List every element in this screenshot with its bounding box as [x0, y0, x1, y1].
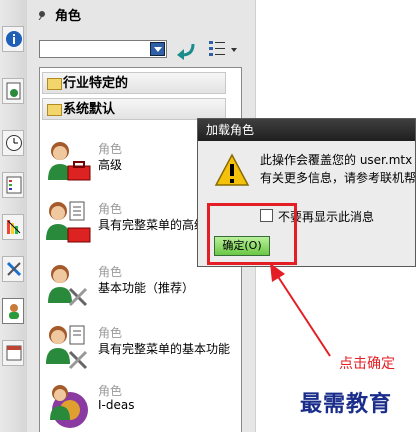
- chevron-down-icon[interactable]: [150, 42, 165, 56]
- group-label: 行业特定的: [63, 76, 129, 91]
- warning-icon: [214, 153, 250, 186]
- role-item-ideas[interactable]: 角色 I-deas: [44, 380, 234, 432]
- list-view-icon[interactable]: [207, 38, 241, 60]
- dialog-message-line1: 此操作会覆盖您的 user.mtx 文: [260, 153, 416, 167]
- role-filter-combo[interactable]: [39, 40, 167, 58]
- role-item-essentials[interactable]: 角色 基本功能（推荐）: [44, 261, 234, 313]
- window-icon: [6, 345, 22, 361]
- list-palette-icon: [6, 176, 22, 194]
- roles-tab-button[interactable]: [2, 298, 24, 324]
- tools-icon: [6, 261, 22, 277]
- panel-title: 角色: [37, 6, 81, 28]
- role-person-toolbox-icon: [48, 142, 91, 181]
- group-label: 系统默认: [63, 102, 116, 117]
- role-name: I-deas: [98, 398, 135, 412]
- pin-icon[interactable]: [37, 6, 49, 28]
- role-category: 角色: [98, 326, 123, 340]
- group-industry-specific[interactable]: 行业特定的: [42, 72, 226, 94]
- role-category: 角色: [98, 142, 123, 156]
- info-icon: [6, 31, 22, 47]
- role-name: 具有完整菜单的高级: [98, 218, 207, 232]
- watermark-text: 最需教育: [300, 391, 393, 417]
- display-tab-button[interactable]: [2, 214, 24, 240]
- role-category: 角色: [98, 202, 123, 216]
- folder-icon: [47, 104, 62, 116]
- role-category: 角色: [98, 265, 123, 279]
- folder-icon: [47, 78, 62, 90]
- role-person-ideas-icon: [50, 385, 88, 428]
- role-name: 高级: [98, 158, 123, 172]
- role-person-menu-tools-icon: [46, 325, 88, 370]
- info-tab-button[interactable]: [2, 26, 24, 52]
- role-name: 基本功能（推荐）: [98, 281, 195, 295]
- history-tab-button[interactable]: [2, 130, 24, 156]
- ok-highlight-box: [207, 203, 297, 265]
- system-tab-button[interactable]: [2, 340, 24, 366]
- role-name: 具有完整菜单的基本功能: [98, 342, 231, 356]
- dialog-title: 加载角色: [198, 119, 415, 141]
- clock-icon: [6, 135, 22, 151]
- left-toolbar: [0, 0, 28, 432]
- palette-tab-button[interactable]: [2, 172, 24, 198]
- group-system-default[interactable]: 系统默认: [42, 98, 226, 120]
- user-role-icon: [9, 304, 19, 319]
- assembly-tab-button[interactable]: [2, 78, 24, 104]
- back-arrow-icon[interactable]: [175, 40, 197, 60]
- role-person-tools-icon: [48, 265, 88, 307]
- document-globe-icon: [6, 82, 21, 100]
- role-person-menu-toolbox-icon: [46, 201, 91, 243]
- process-tab-button[interactable]: [2, 256, 24, 282]
- role-item-essentials-full-menus[interactable]: 角色 具有完整菜单的基本功能: [44, 322, 234, 374]
- color-chart-icon: [7, 220, 21, 234]
- panel-title-label: 角色: [55, 9, 82, 24]
- dialog-message-line2: 有关更多信息，请参考联机帮: [260, 171, 416, 185]
- callout-text: 点击确定: [339, 356, 395, 372]
- role-category: 角色: [98, 384, 123, 398]
